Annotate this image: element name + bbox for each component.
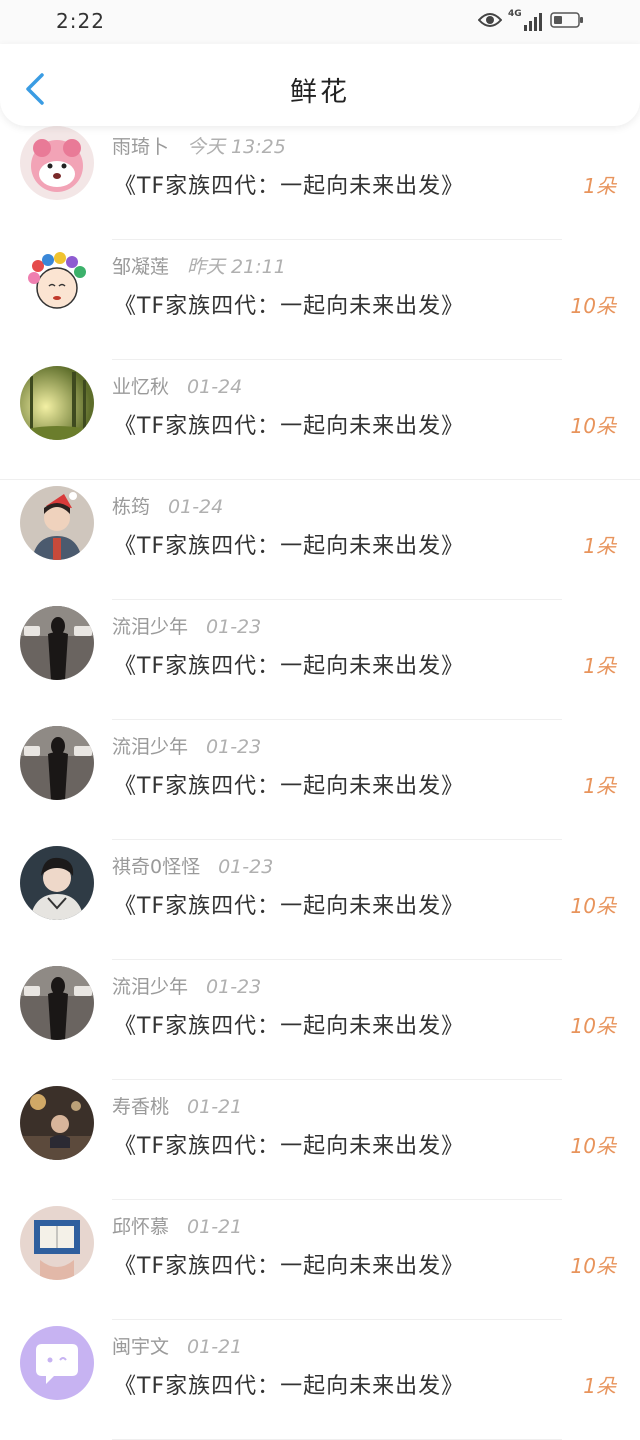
work-title: 《TF家族四代：一起向未来出发》 [114, 1254, 465, 1279]
signal-icon: 4G [508, 9, 542, 31]
avatar[interactable] [20, 486, 94, 560]
user-name: 祺奇0怪怪 [112, 856, 201, 878]
user-name: 流泪少年 [112, 976, 189, 998]
avatar[interactable] [20, 126, 94, 200]
flower-count: 1朵 [583, 174, 616, 198]
header: 鲜花 [0, 44, 640, 126]
work-title: 《TF家族四代：一起向未来出发》 [114, 174, 465, 199]
list-item[interactable]: 祺奇0怪怪 01-23 《TF家族四代：一起向未来出发》 10朵 [0, 840, 640, 960]
avatar[interactable] [20, 246, 94, 320]
avatar[interactable] [20, 1326, 94, 1400]
list-item[interactable]: 邱怀慕 01-21 《TF家族四代：一起向未来出发》 10朵 [0, 1200, 640, 1320]
avatar[interactable] [20, 1086, 94, 1160]
timestamp: 01-23 [218, 856, 274, 878]
user-name: 流泪少年 [112, 736, 189, 758]
user-name: 雨琦卜 [112, 136, 170, 158]
flower-record-list: 雨琦卜 今天 13:25 《TF家族四代：一起向未来出发》 1朵 邹凝莲 昨天 21… [0, 120, 640, 1440]
battery-icon [550, 12, 584, 32]
list-item[interactable]: 流泪少年 01-23 《TF家族四代：一起向未来出发》 1朵 [0, 720, 640, 840]
timestamp: 01-21 [187, 1096, 243, 1118]
list-item[interactable]: 流泪少年 01-23 《TF家族四代：一起向未来出发》 1朵 [0, 600, 640, 720]
user-name: 寿香桃 [112, 1096, 170, 1118]
work-title: 《TF家族四代：一起向未来出发》 [114, 534, 465, 559]
work-title: 《TF家族四代：一起向未来出发》 [114, 1134, 465, 1159]
flower-count: 10朵 [570, 414, 616, 438]
user-name: 栋筠 [112, 496, 151, 518]
avatar[interactable] [20, 606, 94, 680]
flower-count: 1朵 [583, 774, 616, 798]
timestamp: 01-21 [187, 1216, 243, 1238]
status-icons: 4G [477, 9, 584, 34]
status-bar: 2:22 4G [0, 0, 640, 44]
user-name: 流泪少年 [112, 616, 189, 638]
list-item[interactable]: 寿香桃 01-21 《TF家族四代：一起向未来出发》 10朵 [0, 1080, 640, 1200]
work-title: 《TF家族四代：一起向未来出发》 [114, 294, 465, 319]
user-name: 闽宇文 [112, 1336, 170, 1358]
user-name: 邹凝莲 [112, 256, 170, 278]
work-title: 《TF家族四代：一起向未来出发》 [114, 654, 465, 679]
timestamp: 01-21 [187, 1336, 243, 1358]
avatar[interactable] [20, 726, 94, 800]
timestamp: 01-24 [168, 496, 224, 518]
status-time: 2:22 [56, 9, 105, 33]
work-title: 《TF家族四代：一起向未来出发》 [114, 774, 465, 799]
eye-icon [477, 12, 503, 32]
timestamp: 今天 13:25 [187, 136, 286, 158]
avatar[interactable] [20, 366, 94, 440]
list-item[interactable]: 雨琦卜 今天 13:25 《TF家族四代：一起向未来出发》 1朵 [0, 120, 640, 240]
list-item[interactable]: 业忆秋 01-24 《TF家族四代：一起向未来出发》 10朵 [0, 360, 640, 480]
list-item[interactable]: 栋筠 01-24 《TF家族四代：一起向未来出发》 1朵 [0, 480, 640, 600]
avatar[interactable] [20, 966, 94, 1040]
work-title: 《TF家族四代：一起向未来出发》 [114, 414, 465, 439]
flower-count: 1朵 [583, 534, 616, 558]
network-type-label: 4G [508, 9, 522, 19]
work-title: 《TF家族四代：一起向未来出发》 [114, 894, 465, 919]
user-name: 邱怀慕 [112, 1216, 170, 1238]
timestamp: 01-23 [206, 736, 262, 758]
flower-count: 1朵 [583, 1374, 616, 1398]
list-item[interactable]: 邹凝莲 昨天 21:11 《TF家族四代：一起向未来出发》 10朵 [0, 240, 640, 360]
user-name: 业忆秋 [112, 376, 170, 398]
flower-count: 10朵 [570, 1134, 616, 1158]
list-item[interactable]: 闽宇文 01-21 《TF家族四代：一起向未来出发》 1朵 [0, 1320, 640, 1440]
list-item[interactable]: 流泪少年 01-23 《TF家族四代：一起向未来出发》 10朵 [0, 960, 640, 1080]
page-title: 鲜花 [290, 77, 350, 108]
avatar[interactable] [20, 846, 94, 920]
flower-count: 10朵 [570, 894, 616, 918]
avatar[interactable] [20, 1206, 94, 1280]
work-title: 《TF家族四代：一起向未来出发》 [114, 1014, 465, 1039]
timestamp: 01-23 [206, 976, 262, 998]
timestamp: 01-23 [206, 616, 262, 638]
timestamp: 昨天 21:11 [187, 256, 286, 278]
flower-count: 10朵 [570, 294, 616, 318]
flower-count: 10朵 [570, 1014, 616, 1038]
flower-count: 1朵 [583, 654, 616, 678]
flower-count: 10朵 [570, 1254, 616, 1278]
work-title: 《TF家族四代：一起向未来出发》 [114, 1374, 465, 1399]
timestamp: 01-24 [187, 376, 243, 398]
